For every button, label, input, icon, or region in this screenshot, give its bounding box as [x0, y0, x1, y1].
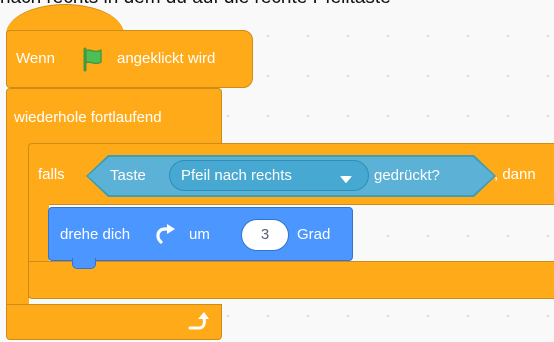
- turn-block-notch: [72, 258, 96, 269]
- dropdown-caret-icon: [340, 171, 352, 189]
- turn-right-block[interactable]: drehe dich um Grad: [48, 207, 353, 261]
- key-prefix-label: Taste: [110, 167, 146, 184]
- turn-prefix-label: drehe dich: [60, 226, 131, 243]
- rotate-clockwise-icon: [154, 223, 178, 252]
- hat-suffix-label: angeklickt wird: [117, 50, 216, 67]
- if-block-bottom: [28, 261, 554, 299]
- key-suffix-label: gedrückt?: [374, 167, 440, 184]
- forever-block[interactable]: wiederhole fortlaufend: [6, 88, 222, 144]
- if-label: falls: [38, 166, 65, 183]
- then-label: , dann: [494, 166, 536, 183]
- turn-suffix-label: Grad: [297, 226, 331, 243]
- forever-block-arm: [6, 140, 29, 312]
- key-dropdown[interactable]: Pfeil nach rechts: [169, 160, 369, 191]
- turn-middle-label: um: [189, 226, 210, 243]
- forever-block-bottom: [6, 304, 222, 340]
- degrees-input[interactable]: 3: [241, 219, 289, 251]
- green-flag-icon: [80, 46, 106, 77]
- loop-arrow-icon: [185, 309, 211, 338]
- key-dropdown-value: Pfeil nach rechts: [181, 167, 292, 184]
- when-flag-clicked-block[interactable]: Wenn angeklickt wird: [6, 30, 253, 88]
- forever-label: wiederhole fortlaufend: [14, 109, 162, 126]
- hat-prefix-label: Wenn: [16, 50, 55, 67]
